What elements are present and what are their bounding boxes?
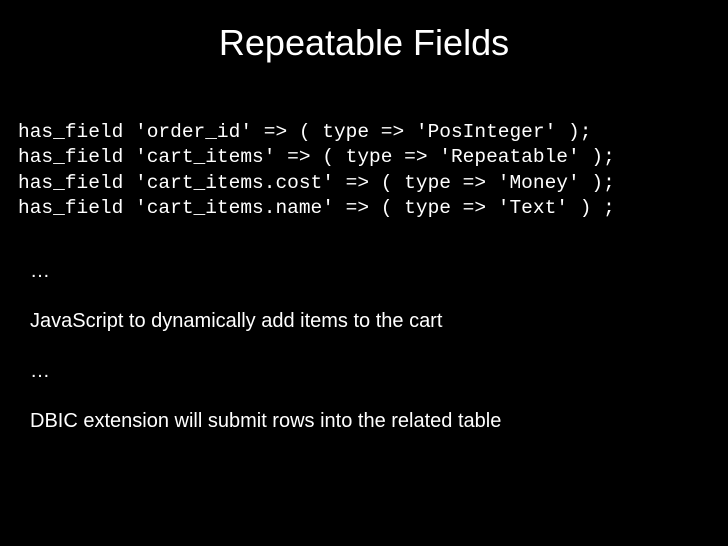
- description-line: JavaScript to dynamically add items to t…: [30, 307, 706, 335]
- code-block: has_field 'order_id' => ( type => 'PosIn…: [18, 120, 706, 221]
- description-line: DBIC extension will submit rows into the…: [30, 407, 706, 435]
- code-line: has_field 'cart_items' => ( type => 'Rep…: [18, 146, 615, 168]
- code-line: has_field 'cart_items.name' => ( type =>…: [18, 197, 615, 219]
- body-text: … JavaScript to dynamically add items to…: [30, 257, 706, 435]
- code-line: has_field 'cart_items.cost' => ( type =>…: [18, 172, 615, 194]
- ellipsis: …: [30, 357, 706, 385]
- ellipsis: …: [30, 257, 706, 285]
- code-line: has_field 'order_id' => ( type => 'PosIn…: [18, 121, 591, 143]
- slide: Repeatable Fields has_field 'order_id' =…: [0, 0, 728, 546]
- slide-title: Repeatable Fields: [22, 22, 706, 64]
